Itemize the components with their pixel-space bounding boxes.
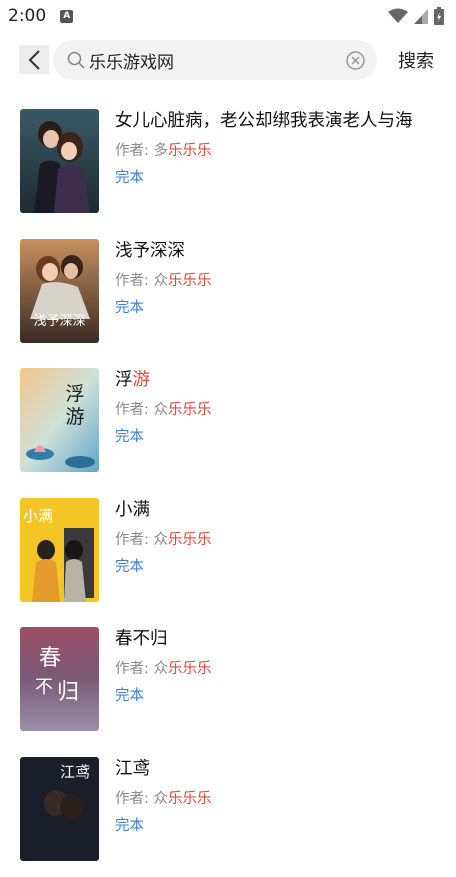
- list-item[interactable]: 春 不 归 春不归 作者: 众乐乐乐 完本: [0, 618, 456, 748]
- book-status: 完本: [115, 296, 144, 317]
- list-item[interactable]: 浅予深深 浅予深深 作者: 众乐乐乐 完本: [0, 230, 456, 360]
- clear-icon[interactable]: [346, 51, 365, 70]
- book-cover: 浅予深深: [20, 239, 99, 343]
- search-button[interactable]: 搜索: [398, 47, 434, 73]
- signal-icon: [414, 9, 428, 24]
- search-input[interactable]: [89, 40, 339, 80]
- book-title: 女儿心脏病，老公却绑我表演老人与海: [115, 107, 413, 132]
- book-cover: 江鸢: [20, 757, 99, 861]
- search-bar: 搜索: [0, 38, 456, 82]
- cover-title-text: 归: [57, 680, 79, 705]
- book-author: 作者: 众乐乐乐: [115, 787, 212, 808]
- status-time: 2:00: [8, 6, 46, 26]
- book-author: 作者: 众乐乐乐: [115, 528, 212, 549]
- search-icon: [67, 51, 85, 69]
- cover-title-text: 不: [35, 677, 53, 698]
- battery-icon: [434, 7, 444, 25]
- list-item[interactable]: 江鸢 江鸢 作者: 众乐乐乐 完本: [0, 748, 456, 877]
- back-button[interactable]: [19, 45, 49, 74]
- status-bar: 2:00 A: [0, 0, 456, 32]
- list-item[interactable]: 小满 小满 作者: 众乐乐乐 完本: [0, 489, 456, 619]
- search-box[interactable]: [53, 40, 377, 80]
- book-author: 作者: 多乐乐乐: [115, 139, 212, 160]
- book-status: 完本: [115, 166, 144, 187]
- book-title: 小满: [115, 496, 150, 521]
- cover-title-text: 浮: [65, 383, 84, 405]
- book-cover: 浮 游: [20, 368, 99, 472]
- book-status: 完本: [115, 425, 144, 446]
- list-item[interactable]: 女儿心脏病，老公却绑我表演老人与海 作者: 多乐乐乐 完本: [0, 100, 456, 230]
- book-author: 作者: 众乐乐乐: [115, 398, 212, 419]
- book-cover: 小满: [20, 498, 99, 602]
- book-cover: 春 不 归: [20, 627, 99, 731]
- book-author: 作者: 众乐乐乐: [115, 269, 212, 290]
- book-title: 浮游: [115, 366, 150, 391]
- book-status: 完本: [115, 684, 144, 705]
- chevron-left-icon: [27, 49, 41, 71]
- list-item[interactable]: 浮 游 浮游 作者: 众乐乐乐 完本: [0, 359, 456, 489]
- cover-title-text: 游: [65, 406, 84, 428]
- book-list: 女儿心脏病，老公却绑我表演老人与海 作者: 多乐乐乐 完本 浅予深深 浅予深深 …: [0, 100, 456, 877]
- cover-title-text: 春: [39, 646, 61, 671]
- cover-title-text: 浅予深深: [33, 314, 85, 329]
- book-title: 浅予深深: [115, 237, 185, 262]
- cover-title-text: 江鸢: [60, 763, 90, 781]
- status-icons: [388, 7, 444, 25]
- wifi-icon: [388, 8, 408, 24]
- book-cover: [20, 109, 99, 213]
- book-status: 完本: [115, 555, 144, 576]
- book-title: 春不归: [115, 625, 168, 650]
- book-title: 江鸢: [115, 755, 150, 780]
- cover-title-text: 小满: [23, 507, 53, 525]
- book-author: 作者: 众乐乐乐: [115, 657, 212, 678]
- book-status: 完本: [115, 814, 144, 835]
- accessibility-icon: A: [60, 10, 73, 23]
